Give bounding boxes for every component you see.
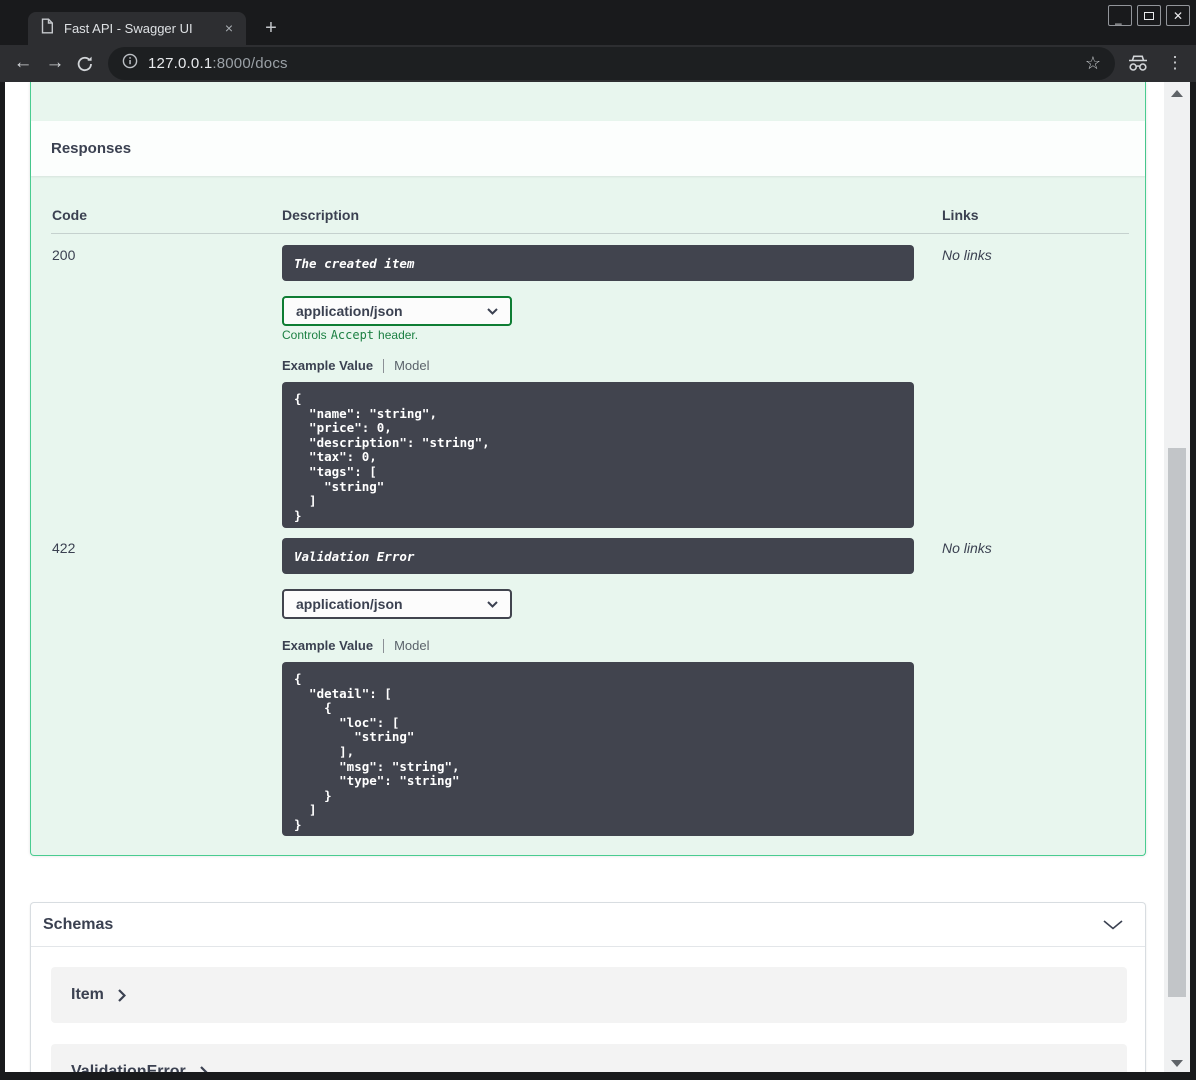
window-frame-bottom — [0, 1072, 1196, 1080]
scroll-up-icon[interactable] — [1171, 90, 1183, 97]
response-422-description: Validation Error — [282, 538, 914, 574]
response-code-422: 422 — [52, 540, 76, 556]
example-model-tabs-422: Example Value Model — [282, 638, 429, 653]
links-cell-422: No links — [942, 540, 992, 556]
tab-example-value[interactable]: Example Value — [282, 358, 373, 373]
media-type-value: application/json — [296, 303, 403, 319]
back-icon[interactable]: ← — [9, 49, 37, 77]
site-info-icon[interactable] — [122, 53, 138, 74]
new-tab-button[interactable]: + — [258, 16, 284, 42]
page-icon — [40, 18, 54, 39]
forward-icon[interactable]: → — [41, 49, 69, 77]
browser-window: Fast API - Swagger UI × + – ✕ ← → 127.0.… — [0, 0, 1196, 1080]
column-header-links: Links — [942, 207, 979, 223]
response-code-200: 200 — [52, 247, 76, 263]
minimize-button[interactable]: – — [1108, 5, 1132, 29]
tab-separator — [383, 638, 385, 653]
browser-tab[interactable]: Fast API - Swagger UI × — [28, 12, 246, 45]
browser-menu-icon[interactable]: ⋮ — [1163, 50, 1187, 76]
close-button[interactable]: ✕ — [1166, 5, 1190, 26]
url-path: :8000/docs — [212, 55, 288, 72]
url-text: 127.0.0.1:8000/docs — [148, 55, 288, 72]
scrollbar-thumb[interactable] — [1168, 448, 1186, 997]
media-type-value: application/json — [296, 596, 403, 612]
links-cell-200: No links — [942, 247, 992, 263]
example-json-200: { "name": "string", "price": 0, "descrip… — [282, 382, 914, 528]
incognito-icon — [1126, 54, 1150, 77]
schemas-header[interactable]: Schemas — [31, 903, 1145, 947]
chevron-down-icon — [487, 307, 498, 315]
tab-title: Fast API - Swagger UI — [64, 21, 193, 36]
media-type-select-200[interactable]: application/json — [282, 296, 512, 326]
window-controls: – ✕ — [1108, 5, 1190, 29]
address-bar[interactable]: 127.0.0.1:8000/docs ☆ — [108, 47, 1115, 80]
bookmark-star-icon[interactable]: ☆ — [1085, 53, 1101, 74]
accept-header-note: Controls Accept header. — [282, 328, 419, 342]
tab-model[interactable]: Model — [394, 358, 429, 373]
reload-icon[interactable] — [76, 55, 94, 73]
schemas-title: Schemas — [43, 915, 114, 933]
chevron-down-icon[interactable] — [1103, 919, 1123, 930]
tab-model[interactable]: Model — [394, 638, 429, 653]
chevron-down-icon — [487, 600, 498, 608]
url-host: 127.0.0.1 — [148, 55, 213, 72]
window-frame-right — [1190, 82, 1196, 1080]
page-scrollbar[interactable] — [1164, 82, 1190, 1072]
schema-model-item[interactable]: Item — [51, 967, 1127, 1023]
maximize-icon — [1144, 11, 1154, 20]
schemas-section: Schemas Item ValidationError — [30, 902, 1146, 1072]
response-200-description: The created item — [282, 245, 914, 281]
tab-example-value[interactable]: Example Value — [282, 638, 373, 653]
window-frame-left — [0, 82, 5, 1080]
chevron-right-icon — [118, 988, 126, 1002]
responses-section-header: Responses — [31, 121, 1145, 176]
responses-title: Responses — [51, 140, 132, 157]
column-header-code: Code — [52, 207, 87, 223]
model-name: ValidationError — [71, 1063, 186, 1072]
scroll-down-icon[interactable] — [1171, 1060, 1183, 1067]
endpoint-block: Responses Code Description Links 200 The… — [30, 82, 1146, 856]
tab-strip: Fast API - Swagger UI × + – ✕ — [0, 0, 1196, 45]
model-name: Item — [71, 986, 104, 1003]
maximize-button[interactable] — [1137, 5, 1161, 26]
column-header-description: Description — [282, 207, 360, 223]
example-model-tabs-200: Example Value Model — [282, 358, 429, 373]
page-viewport: Responses Code Description Links 200 The… — [5, 82, 1164, 1072]
browser-toolbar: ← → 127.0.0.1:8000/docs ☆ ⋮ — [0, 45, 1196, 82]
schema-model-validationerror[interactable]: ValidationError — [51, 1044, 1127, 1072]
header-divider — [51, 233, 1129, 234]
tab-close-icon[interactable]: × — [220, 20, 238, 38]
example-json-422: { "detail": [ { "loc": [ "string" ], "ms… — [282, 662, 914, 836]
media-type-select-422[interactable]: application/json — [282, 589, 512, 619]
tab-separator — [383, 358, 385, 373]
